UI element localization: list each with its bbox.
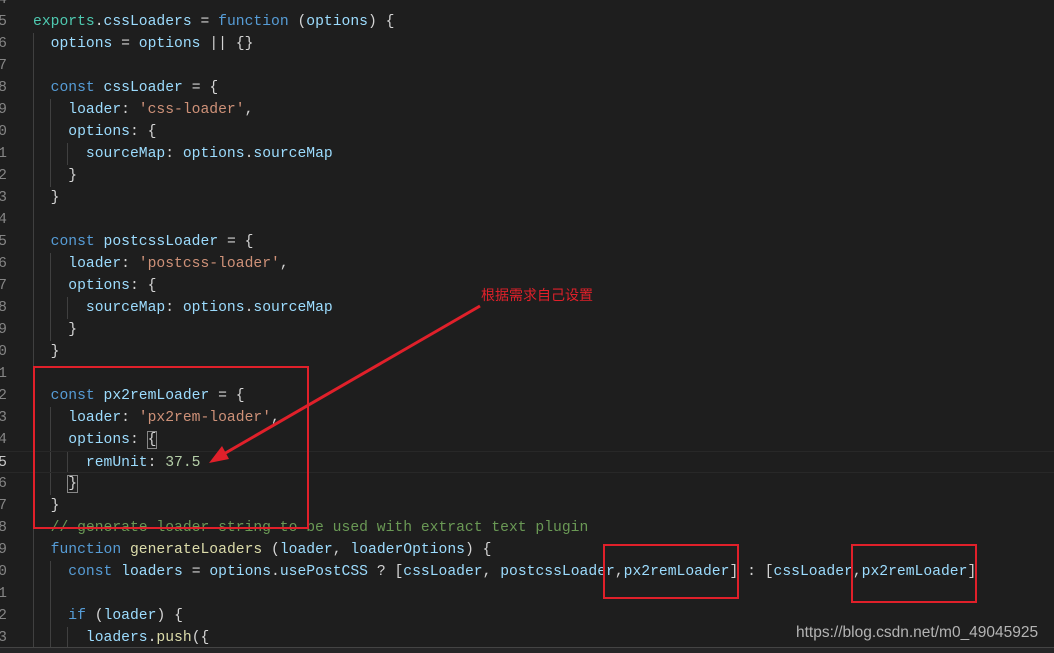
panel-edge (0, 648, 1054, 653)
annotation-note: 根据需求自己设置 (481, 288, 593, 304)
annotation-arrow (209, 304, 481, 463)
watermark: https://blog.csdn.net/m0_49045925 (796, 624, 1039, 641)
